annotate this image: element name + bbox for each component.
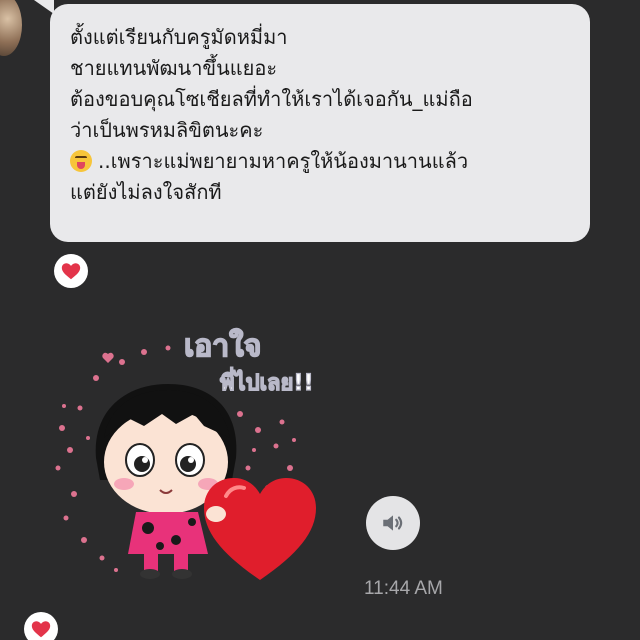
chat-thread: ตั้งแต่เรียนกับครูมัดหมี่มา ชายแทนพัฒนาข… xyxy=(0,0,640,640)
play-sticker-sound-button[interactable] xyxy=(366,496,420,550)
message-line-with-emoji: ..เพราะแม่พยายามหาครูให้น้องมานานแล้ว xyxy=(70,146,570,177)
sticker-image: เอาใจ พี่ไปเลย!! xyxy=(55,327,316,580)
sticker-caption-line1: เอาใจ xyxy=(184,328,261,364)
squinting-tongue-emoji-icon xyxy=(70,150,92,172)
heart-icon xyxy=(61,263,81,280)
message-bubble[interactable]: ตั้งแต่เรียนกับครูมัดหมี่มา ชายแทนพัฒนาข… xyxy=(50,4,590,242)
sticker-caption-line2: พี่ไปเลย!! xyxy=(220,366,314,396)
message-line: ต้องขอบคุณโซเชียลที่ทำให้เราได้เจอกัน_แม… xyxy=(70,87,473,111)
message-line: ตั้งแต่เรียนกับครูมัดหมี่มา xyxy=(70,25,288,49)
message-line: แต่ยังไม่ลงใจสักที xyxy=(70,180,222,204)
heart-reaction[interactable] xyxy=(24,612,58,640)
message-line: ว่าเป็นพรหมลิขิตนะคะ xyxy=(70,118,264,142)
heart-reaction[interactable] xyxy=(54,254,88,288)
sender-avatar[interactable] xyxy=(0,0,22,56)
message-timestamp: 11:44 AM xyxy=(364,578,443,599)
heart-icon xyxy=(31,621,51,638)
message-line: ..เพราะแม่พยายามหาครูให้น้องมานานแล้ว xyxy=(98,149,469,173)
bubble-tail xyxy=(34,0,54,14)
message-line: ชายแทนพัฒนาขึ้นแยอะ xyxy=(70,56,278,80)
speaker-icon xyxy=(383,515,403,531)
cartoon-girl-heart-sticker[interactable]: เอาใจ พี่ไปเลย!! xyxy=(44,318,340,592)
